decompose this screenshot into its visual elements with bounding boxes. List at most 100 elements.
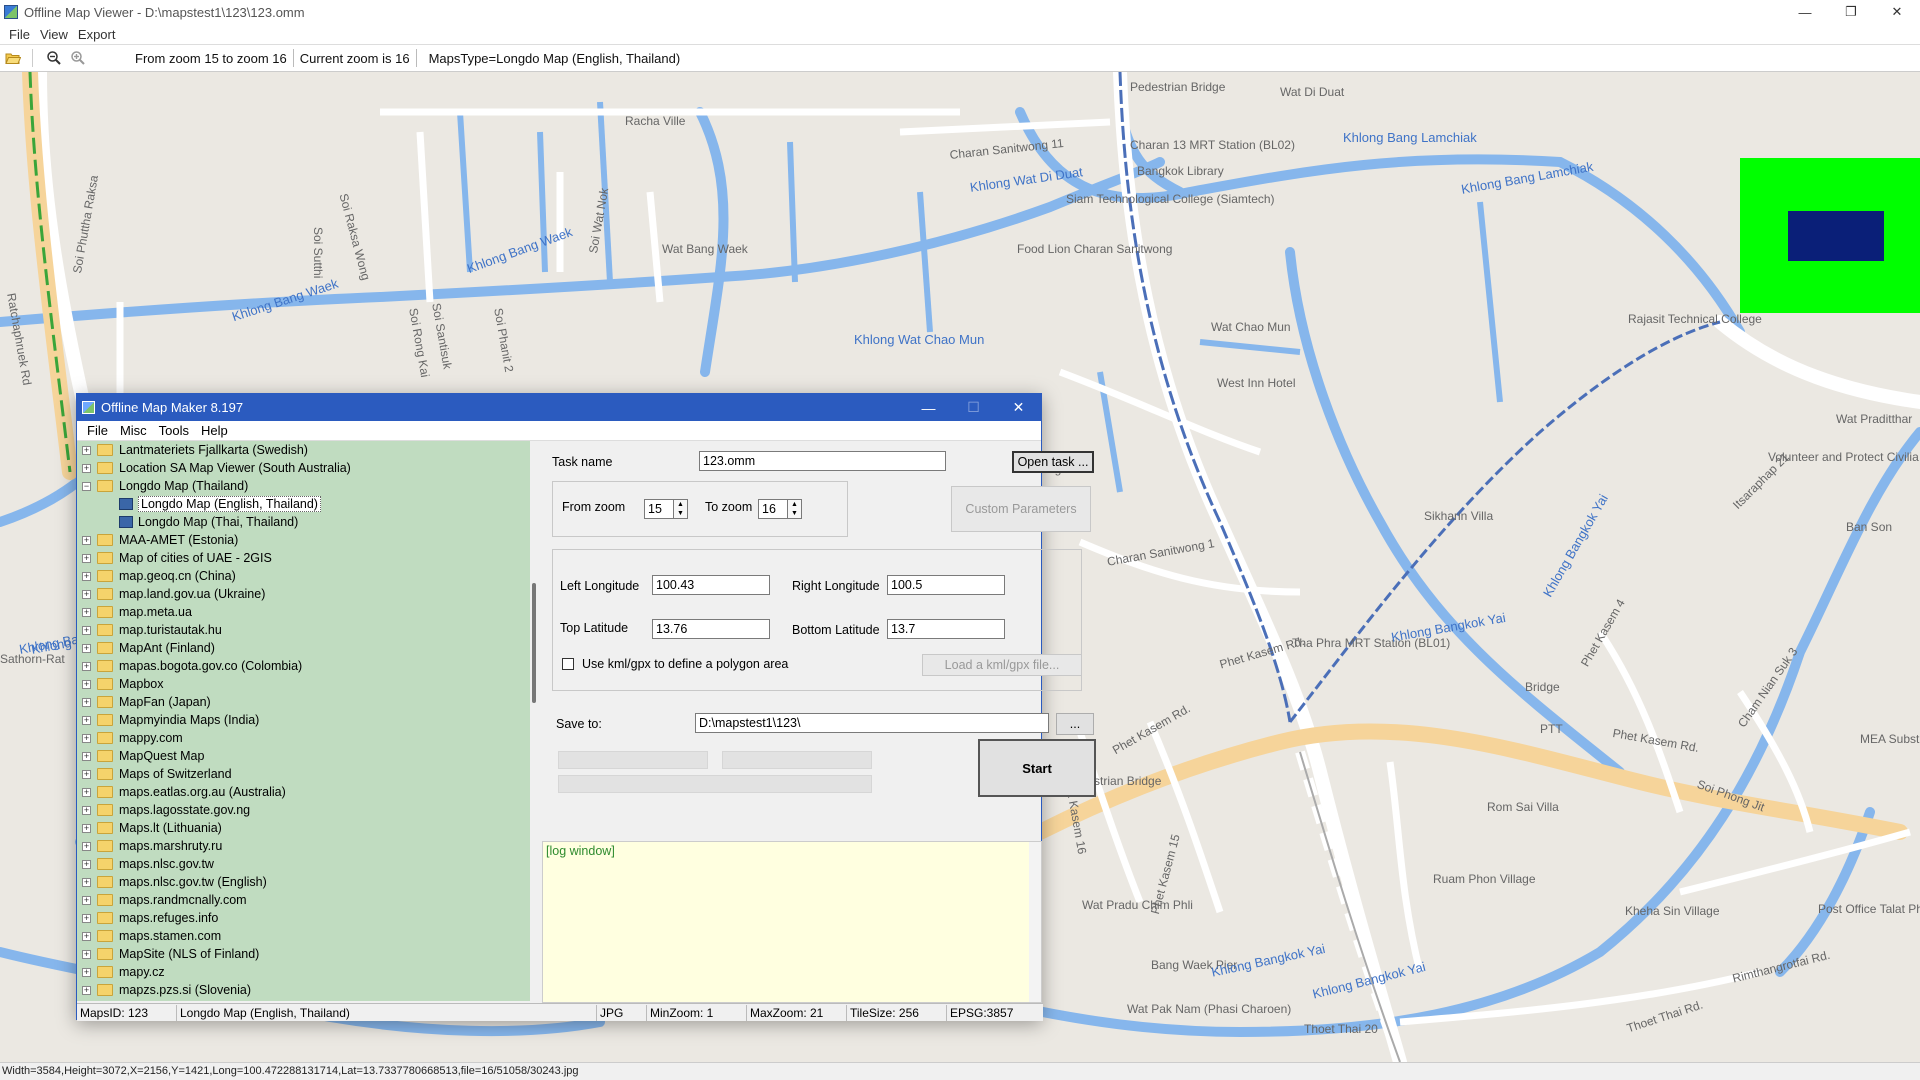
expand-icon[interactable]: + [82,625,91,635]
tree-item[interactable]: + MapFan (Japan) [77,693,531,711]
custom-parameters-button[interactable]: Custom Parameters [951,486,1091,532]
map-source-tree[interactable]: + Lantmateriets Fjallkarta (Swedish) + Loca… [77,441,532,1001]
tree-item[interactable]: + map.geoq.cn (China) [77,567,531,585]
open-task-button[interactable]: Open task ... [1012,451,1094,473]
start-button[interactable]: Start [978,739,1096,797]
save-to-input[interactable] [695,713,1049,733]
tree-item[interactable]: Longdo Map (Thai, Thailand) [77,513,531,531]
tree-item[interactable]: + map.turistautak.hu [77,621,531,639]
tree-item[interactable]: + MapQuest Map [77,747,531,765]
restore-button[interactable]: ❐ [1828,0,1874,24]
tree-item[interactable]: + maps.nlsc.gov.tw (English) [77,873,531,891]
task-name-input[interactable] [699,451,946,471]
expand-icon[interactable]: + [82,661,91,671]
tree-item[interactable]: + Mapbox [77,675,531,693]
dialog-minimize-button[interactable]: — [906,394,951,421]
zoom-in-icon[interactable] [67,47,89,69]
tree-item[interactable]: + MAA-AMET (Estonia) [77,531,531,549]
tree-item[interactable]: + maps.refuges.info [77,909,531,927]
expand-icon[interactable]: + [82,949,91,959]
expand-icon[interactable]: + [82,589,91,599]
expand-icon[interactable]: + [82,841,91,851]
from-zoom-spinner[interactable]: ▲ ▼ [674,499,688,519]
dialog-maximize-button[interactable]: ☐ [951,394,996,421]
load-kml-button[interactable]: Load a kml/gpx file... [922,654,1082,676]
tree-item[interactable]: + mapzs.pzs.si (Slovenia) [77,981,531,999]
tree-item[interactable]: + mappy.com [77,729,531,747]
expand-icon[interactable]: + [82,985,91,995]
expand-icon[interactable]: + [82,535,91,545]
open-folder-icon[interactable] [2,47,24,69]
tree-item[interactable]: Longdo Map (English, Thailand) [77,495,531,513]
tree-item[interactable]: + Mapmyindia Maps (India) [77,711,531,729]
expand-icon[interactable]: + [82,715,91,725]
browse-button[interactable]: ... [1056,713,1094,735]
tree-scrollbar[interactable] [530,441,540,1001]
tree-item[interactable]: + maps.stamen.com [77,927,531,945]
expand-icon[interactable]: + [82,913,91,923]
expand-icon[interactable]: + [82,463,91,473]
from-zoom-input[interactable] [644,499,674,519]
to-zoom-input[interactable] [758,499,788,519]
expand-icon[interactable]: + [82,967,91,977]
minimap[interactable] [1740,158,1920,313]
tree-item[interactable]: + MapSite (NLS of Finland) [77,945,531,963]
zoom-out-icon[interactable] [43,47,65,69]
tree-item[interactable]: + map.meta.ua [77,603,531,621]
expand-icon[interactable]: + [82,445,91,455]
menu-view[interactable]: View [35,27,73,42]
expand-icon[interactable]: + [82,571,91,581]
minimize-button[interactable]: — [1782,0,1828,24]
tree-item[interactable]: + Map of cities of UAE - 2GIS [77,549,531,567]
tree-item[interactable]: + MapAnt (Finland) [77,639,531,657]
to-zoom-spinner[interactable]: ▲ ▼ [788,499,802,519]
close-button[interactable]: ✕ [1874,0,1920,24]
menu-export[interactable]: Export [73,27,121,42]
tree-item[interactable]: + maps.randmcnally.com [77,891,531,909]
expand-icon[interactable]: + [82,697,91,707]
expand-icon[interactable]: + [82,607,91,617]
tree-item[interactable]: + maps.marshruty.ru [77,837,531,855]
dialog-menu-file[interactable]: File [81,423,114,438]
tree-item[interactable]: + map.land.gov.ua (Ukraine) [77,585,531,603]
tree-scrollbar-thumb[interactable] [532,583,536,703]
kml-checkbox-label[interactable]: Use kml/gpx to define a polygon area [582,657,788,671]
expand-icon[interactable]: + [82,877,91,887]
top-latitude-input[interactable] [652,619,770,639]
right-longitude-input[interactable] [887,575,1005,595]
tree-item[interactable]: + Lantmateriets Fjallkarta (Swedish) [77,441,531,459]
tree-item[interactable]: − Longdo Map (Thailand) [77,477,531,495]
kml-checkbox[interactable] [562,658,574,670]
dialog-menu-misc[interactable]: Misc [114,423,153,438]
log-scrollbar[interactable] [1029,842,1041,1002]
expand-icon[interactable]: + [82,787,91,797]
tree-item[interactable]: + mapy.cz [77,963,531,981]
collapse-icon[interactable]: − [82,481,91,491]
expand-icon[interactable]: + [82,733,91,743]
expand-icon[interactable]: + [82,751,91,761]
tree-item[interactable]: + maps.eatlas.org.au (Australia) [77,783,531,801]
tree-item[interactable]: + maps.lagosstate.gov.ng [77,801,531,819]
minimap-viewport[interactable] [1788,211,1884,261]
expand-icon[interactable]: + [82,805,91,815]
tree-item[interactable]: + maps.nlsc.gov.tw [77,855,531,873]
expand-icon[interactable]: + [82,679,91,689]
bottom-latitude-input[interactable] [887,619,1005,639]
dialog-menu-tools[interactable]: Tools [153,423,195,438]
tree-item[interactable]: + Location SA Map Viewer (South Australia… [77,459,531,477]
tree-item[interactable]: + mapas.bogota.gov.co (Colombia) [77,657,531,675]
expand-icon[interactable]: + [82,643,91,653]
menu-file[interactable]: File [4,27,35,42]
tree-item[interactable]: + Maps of Switzerland [77,765,531,783]
expand-icon[interactable]: + [82,769,91,779]
expand-icon[interactable]: + [82,859,91,869]
expand-icon[interactable]: + [82,895,91,905]
expand-icon[interactable]: + [82,931,91,941]
expand-icon[interactable]: + [82,823,91,833]
left-longitude-input[interactable] [652,575,770,595]
log-window[interactable]: [log window] [542,841,1042,1003]
dialog-menu-help[interactable]: Help [195,423,234,438]
tree-item[interactable]: + Maps.lt (Lithuania) [77,819,531,837]
dialog-close-button[interactable]: ✕ [996,394,1041,421]
expand-icon[interactable]: + [82,553,91,563]
